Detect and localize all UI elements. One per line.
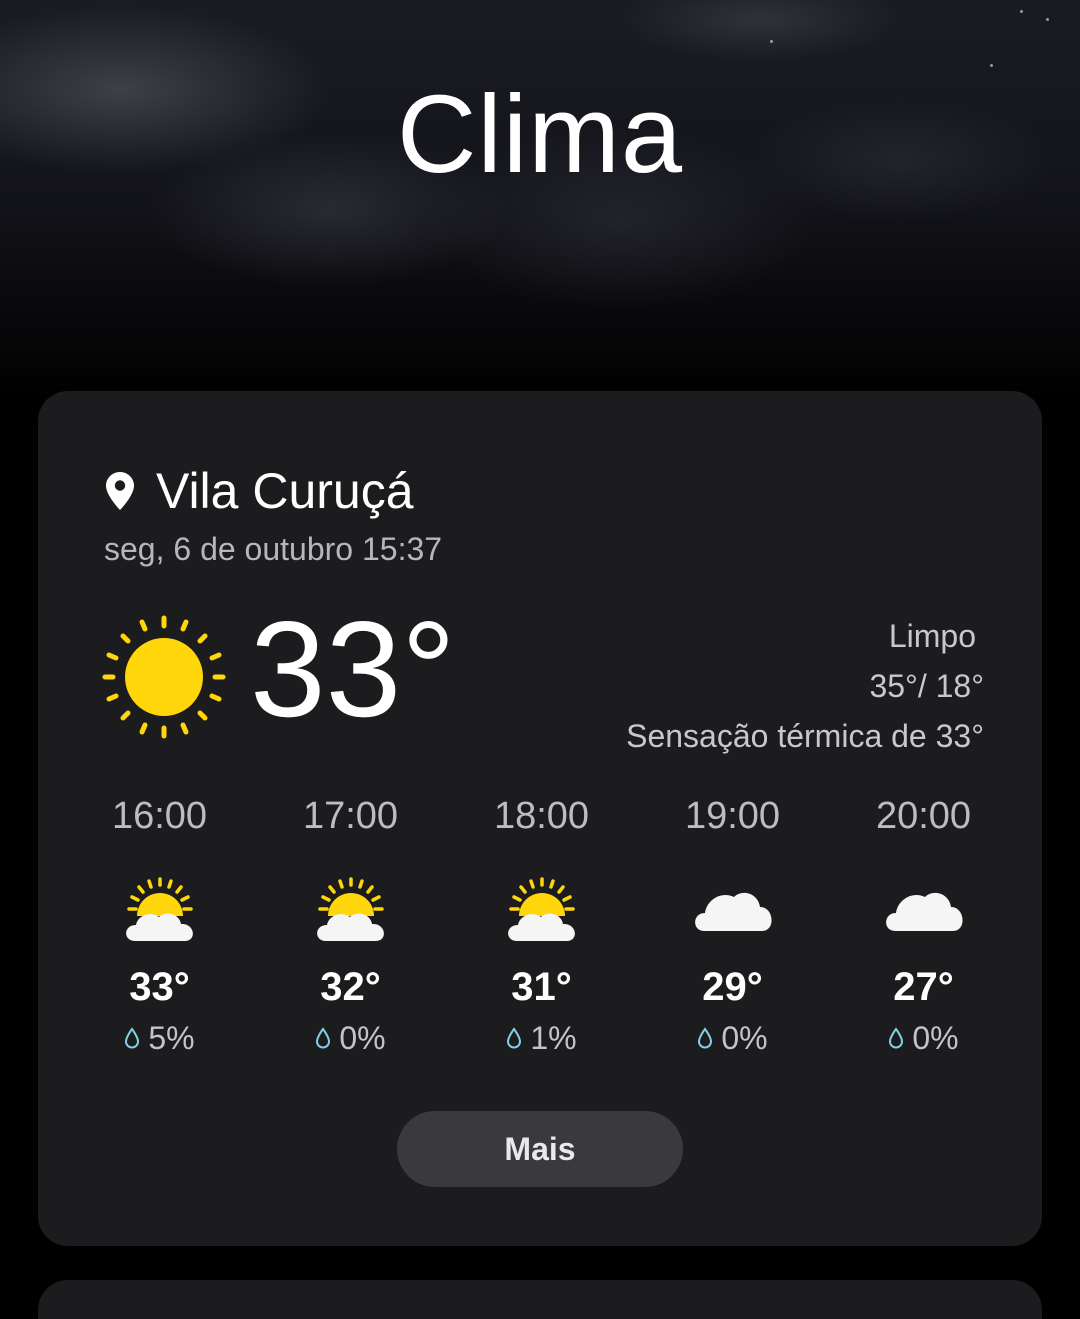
condition-summary: Limpo 35°/ 18° Sensação térmica de 33° bbox=[626, 611, 984, 761]
hour-time: 17:00 bbox=[302, 795, 399, 837]
next-card[interactable] bbox=[38, 1280, 1042, 1319]
hour-time: 16:00 bbox=[111, 795, 208, 837]
hour-precipitation: 0% bbox=[255, 1022, 446, 1054]
high-low-temperature: 35°/ 18° bbox=[869, 668, 984, 704]
sky-background bbox=[0, 0, 1080, 400]
current-temperature: 33° bbox=[250, 593, 456, 745]
hour-item: 16:00 33° 5% bbox=[64, 797, 255, 1067]
hour-time: 18:00 bbox=[493, 795, 590, 837]
feels-like: Sensação térmica de 33° bbox=[626, 718, 984, 754]
hour-item: 18:00 31° 1% bbox=[446, 797, 637, 1067]
hour-item: 17:00 32° 0% bbox=[255, 797, 446, 1067]
page-title: Clima bbox=[396, 73, 684, 196]
partly-cloudy-icon bbox=[316, 877, 384, 941]
hour-precipitation: 0% bbox=[828, 1022, 1019, 1054]
raindrop-icon bbox=[316, 1027, 331, 1049]
precip-value: 0% bbox=[912, 1020, 959, 1056]
raindrop-icon bbox=[125, 1027, 140, 1049]
sun-icon bbox=[102, 615, 226, 739]
hour-precipitation: 1% bbox=[446, 1022, 637, 1054]
hour-temperature: 33° bbox=[129, 965, 190, 1009]
date-time: seg, 6 de outubro 15:37 bbox=[104, 531, 443, 567]
hour-time: 19:00 bbox=[684, 795, 781, 837]
hour-item: 19:00 29° 0% bbox=[637, 797, 828, 1067]
partly-cloudy-icon bbox=[507, 877, 575, 941]
precip-value: 0% bbox=[339, 1020, 386, 1056]
hour-precipitation: 5% bbox=[64, 1022, 255, 1054]
location-row: Vila Curuçá bbox=[104, 461, 414, 521]
hourly-forecast: 16:00 33° 5% 17:00 32° 0% 18:00 31° 1% 1… bbox=[64, 797, 1019, 1067]
raindrop-icon bbox=[698, 1027, 713, 1049]
hour-time: 20:00 bbox=[875, 795, 972, 837]
location-pin-icon bbox=[106, 472, 134, 510]
precip-value: 1% bbox=[530, 1020, 577, 1056]
precip-value: 0% bbox=[721, 1020, 768, 1056]
more-button[interactable]: Mais bbox=[397, 1111, 683, 1187]
hour-item: 20:00 27° 0% bbox=[828, 797, 1019, 1067]
cloud-icon bbox=[885, 892, 963, 931]
cloud-icon bbox=[694, 892, 772, 931]
hour-precipitation: 0% bbox=[637, 1022, 828, 1054]
precip-value: 5% bbox=[148, 1020, 195, 1056]
weather-screen: Clima Vila Curuçá seg, 6 de outubro 15:3… bbox=[0, 0, 1080, 1319]
condition-label: Limpo bbox=[888, 618, 976, 654]
raindrop-icon bbox=[889, 1027, 904, 1049]
raindrop-icon bbox=[507, 1027, 522, 1049]
hour-temperature: 31° bbox=[511, 965, 572, 1009]
hour-temperature: 29° bbox=[702, 965, 763, 1009]
hour-temperature: 32° bbox=[320, 965, 381, 1009]
hour-temperature: 27° bbox=[893, 965, 954, 1009]
partly-cloudy-icon bbox=[125, 877, 193, 941]
location-name: Vila Curuçá bbox=[156, 463, 414, 519]
current-weather-card[interactable]: Vila Curuçá seg, 6 de outubro 15:37 33° … bbox=[38, 391, 1042, 1246]
